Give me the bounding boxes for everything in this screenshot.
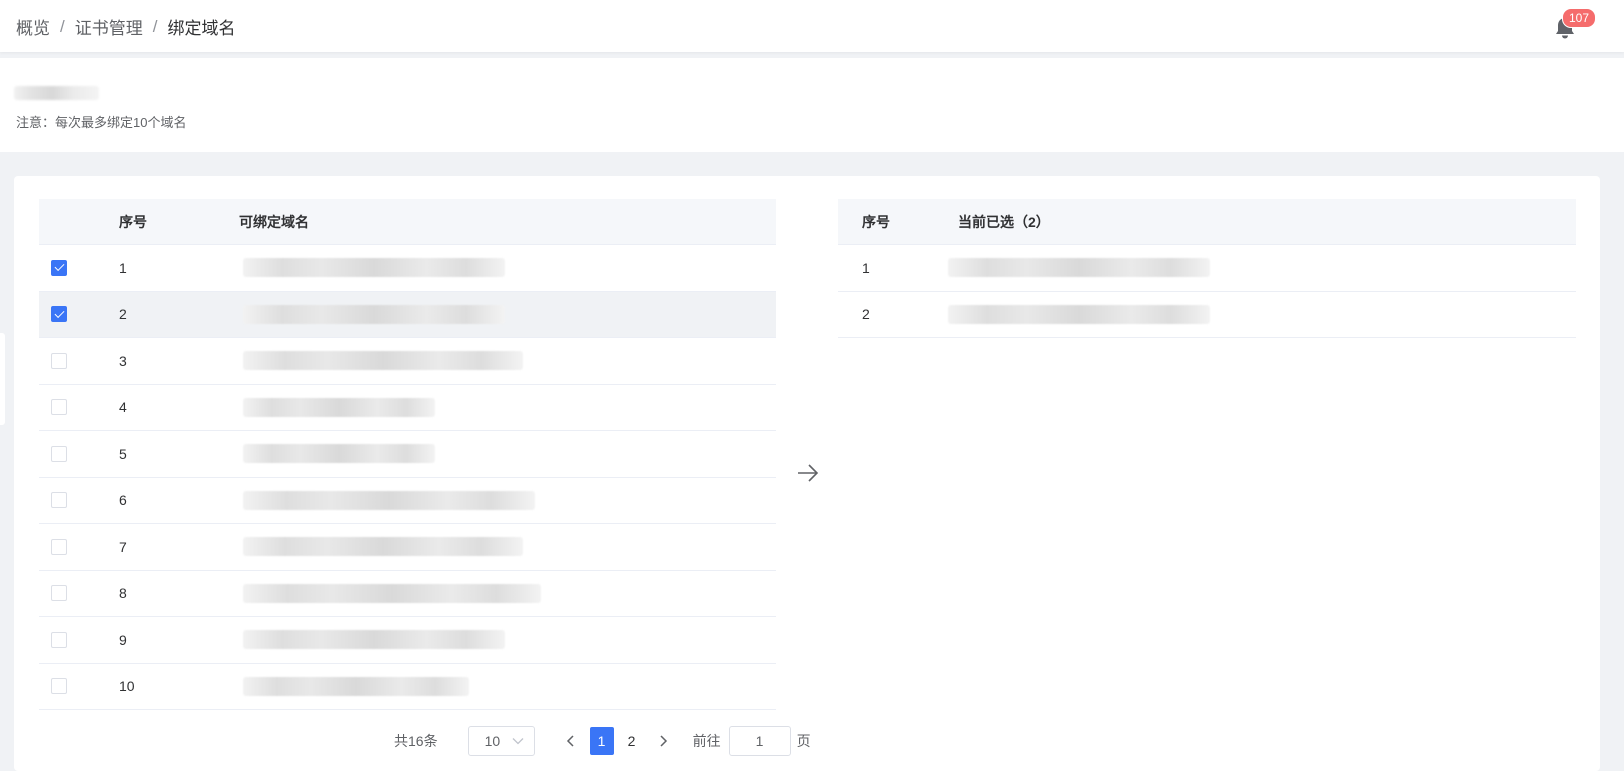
notification-button[interactable]: 107 [1550, 8, 1597, 42]
breadcrumb-bind-domain: 绑定域名 [167, 19, 236, 38]
next-page-button[interactable] [651, 727, 675, 755]
chevron-left-icon [566, 735, 574, 747]
domain-cell [239, 664, 776, 710]
table-header: 序号 当前已选（2） [838, 199, 1576, 245]
goto-label: 前往 [692, 733, 721, 749]
row-index: 9 [119, 631, 127, 648]
row-index: 3 [119, 352, 127, 369]
page-button-1[interactable]: 1 [589, 727, 614, 755]
row-checkbox[interactable] [51, 678, 67, 695]
bind-limit-note: 注意：每次最多绑定10个域名 [16, 115, 187, 130]
redacted-domain [243, 351, 523, 370]
row-checkbox[interactable] [51, 259, 67, 276]
column-header-index: 序号 [119, 213, 147, 230]
row-checkbox[interactable] [51, 631, 67, 648]
pagination-total: 共16条 [394, 733, 438, 749]
redacted-domain [243, 583, 541, 603]
breadcrumb-separator: / [152, 16, 158, 36]
domain-cell [239, 385, 776, 431]
redacted-domain [243, 676, 469, 696]
info-panel: 注意：每次最多绑定10个域名 [0, 58, 1624, 152]
breadcrumb-overview[interactable]: 概览 [16, 14, 50, 39]
redacted-domain [243, 444, 435, 463]
row-checkbox[interactable] [51, 352, 67, 369]
top-bar: 概览 / 证书管理 / 绑定域名 107 [0, 0, 1624, 52]
domain-cell [239, 571, 776, 617]
goto-page-input[interactable] [728, 726, 791, 756]
table-row[interactable]: 7 [39, 524, 776, 571]
domain-cell [239, 524, 776, 570]
row-index: 10 [119, 678, 135, 695]
redacted-domain [243, 630, 505, 649]
goto-page: 前往 页 [693, 726, 811, 756]
row-checkbox[interactable] [51, 585, 67, 602]
table-row[interactable]: 3 [39, 338, 776, 385]
redacted-domain [243, 537, 523, 556]
table-header: 序号 可绑定域名 [39, 199, 776, 245]
redacted-domain [948, 258, 1210, 277]
redacted-certificate-name [14, 86, 99, 100]
row-index: 1 [862, 259, 870, 276]
column-header-selected: 当前已选（2） [958, 213, 1050, 230]
row-checkbox[interactable] [51, 399, 67, 416]
table-row: 1 [838, 245, 1576, 292]
breadcrumb-cert-management[interactable]: 证书管理 [75, 14, 143, 39]
available-domains-table: 序号 可绑定域名 1 2 3 4 5 6 7 8 9 10 [39, 199, 776, 710]
table-row[interactable]: 6 [39, 478, 776, 524]
side-panel-edge [0, 333, 5, 425]
row-checkbox[interactable] [51, 306, 67, 323]
table-row[interactable]: 8 [39, 571, 776, 617]
row-index: 7 [119, 538, 127, 555]
goto-suffix: 页 [796, 733, 811, 749]
domain-cell [239, 617, 776, 663]
table-row[interactable]: 10 [39, 664, 776, 710]
domain-cell [239, 245, 776, 291]
domain-cell [239, 292, 776, 338]
table-row[interactable]: 1 [39, 245, 776, 292]
row-checkbox[interactable] [51, 492, 67, 509]
domain-cell [948, 292, 1576, 338]
row-index: 2 [862, 306, 870, 323]
arrow-right-icon [798, 464, 819, 482]
table-row[interactable]: 9 [39, 617, 776, 664]
row-index: 1 [119, 259, 127, 276]
breadcrumb: 概览 / 证书管理 / 绑定域名 [16, 14, 235, 39]
page-size-value: 10 [484, 733, 501, 749]
page-button-2[interactable]: 2 [620, 727, 644, 755]
row-index: 6 [119, 492, 127, 509]
domain-cell [239, 478, 776, 524]
row-checkbox[interactable] [51, 538, 67, 555]
column-header-available-domain: 可绑定域名 [239, 213, 309, 230]
prev-page-button[interactable] [559, 727, 583, 755]
table-row[interactable]: 5 [39, 431, 776, 478]
selected-domains-table: 序号 当前已选（2） 1 2 [838, 199, 1576, 338]
redacted-domain [243, 490, 535, 510]
table-row[interactable]: 4 [39, 385, 776, 431]
row-index: 8 [119, 585, 127, 602]
page-size-select[interactable]: 10 [467, 726, 535, 756]
row-checkbox[interactable] [51, 445, 67, 462]
row-index: 5 [119, 445, 127, 462]
chevron-down-icon [512, 738, 524, 745]
notification-badge: 107 [1562, 8, 1597, 28]
row-index: 2 [119, 306, 127, 323]
redacted-domain [243, 258, 505, 277]
transfer-button[interactable] [794, 459, 822, 487]
table-row[interactable]: 2 [39, 291, 776, 338]
domain-cell [239, 338, 776, 384]
redacted-domain [243, 397, 435, 417]
chevron-right-icon [660, 735, 667, 747]
domain-cell [948, 245, 1576, 291]
table-row: 2 [838, 292, 1576, 338]
row-index: 4 [119, 399, 127, 416]
domain-cell [239, 431, 776, 477]
redacted-domain [243, 304, 505, 324]
redacted-domain [948, 304, 1210, 324]
transfer-card: 序号 可绑定域名 1 2 3 4 5 6 7 8 9 10 序号 当前已选（2）… [14, 176, 1600, 771]
breadcrumb-separator: / [60, 16, 65, 36]
pagination: 共16条 10 1 2 前往 页 [394, 725, 811, 757]
column-header-index: 序号 [862, 213, 890, 230]
